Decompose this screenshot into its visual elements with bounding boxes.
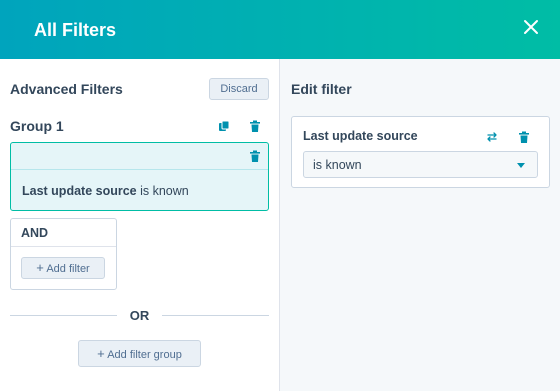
- plus-icon: +: [97, 346, 105, 361]
- discard-button[interactable]: Discard: [209, 78, 269, 100]
- swap-icon: [487, 132, 497, 142]
- trash-icon: [250, 150, 260, 162]
- add-filter-group-label: Add filter group: [107, 349, 182, 361]
- filter-property: Last update source: [22, 184, 137, 198]
- or-separator: OR: [10, 308, 269, 324]
- swap-property-button[interactable]: [485, 130, 499, 144]
- or-label: OR: [129, 308, 150, 323]
- copy-icon: [219, 120, 230, 131]
- delete-filter-button[interactable]: [517, 130, 531, 144]
- chevron-down-icon: [517, 163, 525, 168]
- close-icon: [524, 20, 538, 34]
- close-button[interactable]: [520, 15, 542, 39]
- and-label: AND: [21, 226, 49, 240]
- add-filter-button[interactable]: + Add filter: [21, 257, 105, 279]
- filter-card[interactable]: Last update source is known: [10, 142, 269, 211]
- panel-header: All Filters: [0, 0, 560, 59]
- trash-icon: [250, 120, 260, 132]
- plus-icon: +: [36, 260, 44, 275]
- divider: [10, 315, 117, 316]
- filters-panel: Advanced Filters Discard Group 1 Last up…: [0, 59, 280, 391]
- filter-summary: Last update source is known: [22, 184, 189, 198]
- clone-group-button[interactable]: [217, 119, 231, 133]
- add-filter-label: Add filter: [46, 263, 90, 275]
- operator-select[interactable]: is known: [303, 151, 538, 178]
- divider: [11, 246, 116, 247]
- and-block: AND + Add filter: [10, 218, 117, 290]
- group-title: Group 1: [10, 118, 64, 134]
- panel-title: All Filters: [34, 20, 117, 40]
- advanced-filters-title: Advanced Filters: [10, 81, 123, 97]
- edit-filter-title: Edit filter: [291, 81, 352, 97]
- add-filter-group-button[interactable]: + Add filter group: [78, 340, 201, 367]
- filter-operator: is known: [140, 184, 189, 198]
- trash-icon: [519, 131, 529, 143]
- divider: [162, 315, 269, 316]
- edit-filter-property: Last update source: [303, 129, 418, 143]
- delete-group-button[interactable]: [248, 119, 262, 133]
- operator-select-value: is known: [313, 158, 362, 172]
- edit-filter-panel: Edit filter Last update source is known: [280, 59, 560, 391]
- filter-card-toolbar: [11, 143, 268, 170]
- edit-filter-card: Last update source is known: [291, 116, 550, 188]
- delete-filter-button[interactable]: [248, 149, 262, 163]
